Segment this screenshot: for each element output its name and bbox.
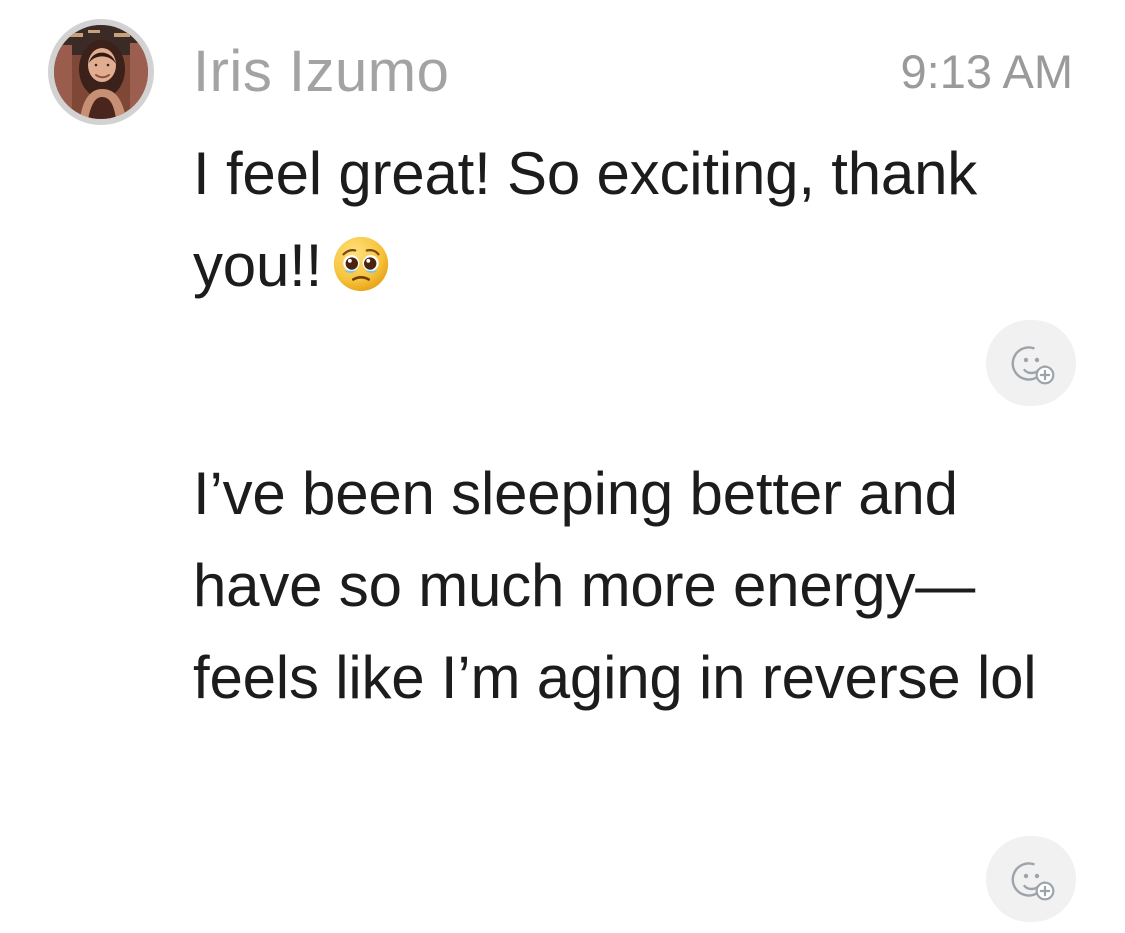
- message-text: I’ve been sleeping better and have so mu…: [193, 460, 1037, 711]
- pleading-face-emoji: [330, 229, 392, 292]
- message-timestamp: 9:13 AM: [900, 45, 1073, 98]
- profile-photo-avatar: [54, 25, 148, 119]
- chat-message-group: Iris Izumo 9:13 AM I feel great! So exci…: [0, 0, 1125, 933]
- add-reaction-button[interactable]: [986, 836, 1076, 922]
- avatar[interactable]: [48, 19, 154, 125]
- add-reaction-icon: [1011, 346, 1055, 385]
- message-body: I feel great! So exciting, thank you!!: [193, 140, 978, 299]
- add-reaction-button[interactable]: [986, 320, 1076, 406]
- add-reaction-icon: [1011, 862, 1055, 901]
- message-text: I feel great! So exciting, thank you!!: [193, 128, 1083, 312]
- sender-name[interactable]: Iris Izumo: [193, 35, 449, 109]
